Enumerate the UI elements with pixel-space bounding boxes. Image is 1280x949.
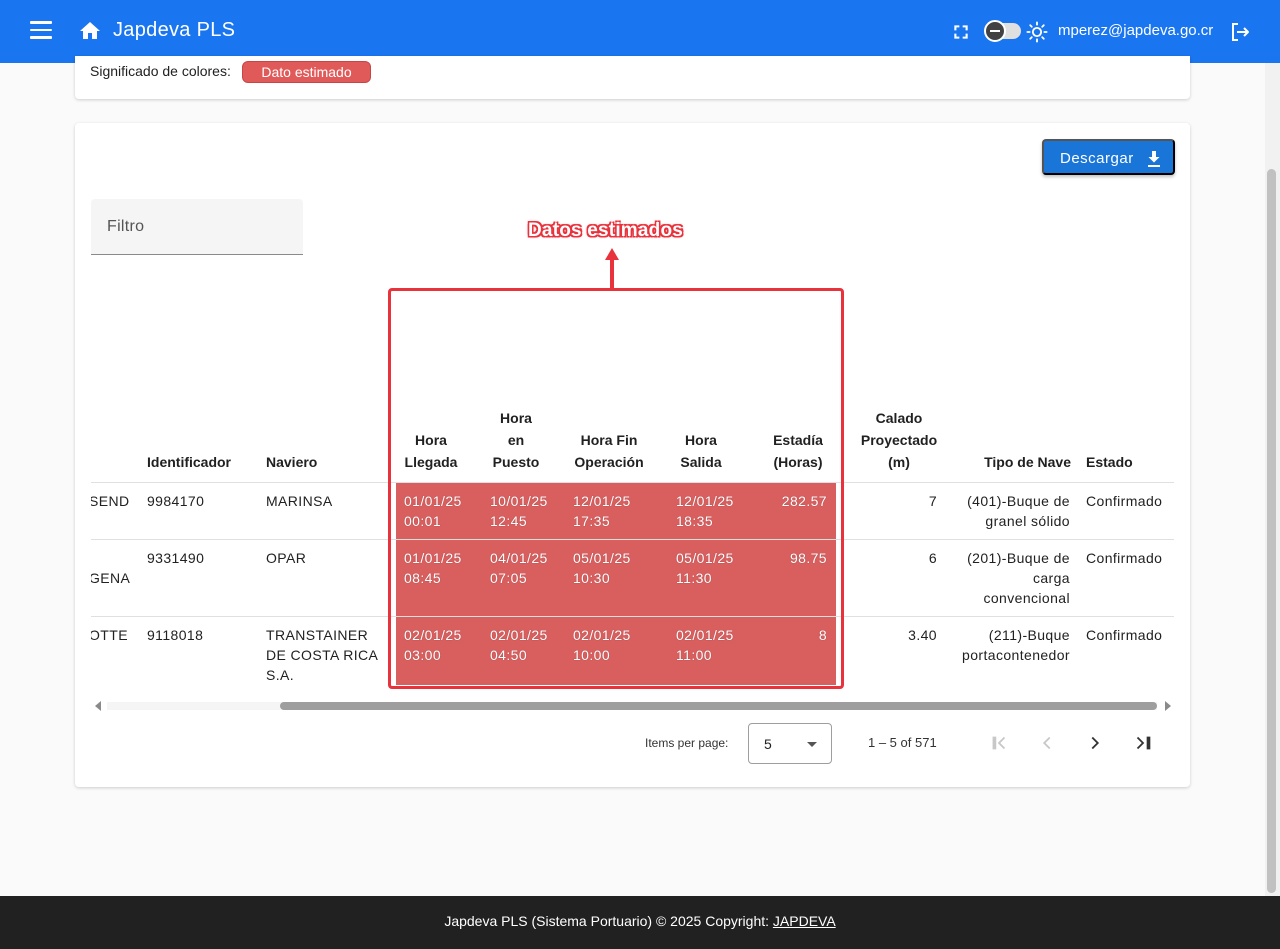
download-button[interactable]: Descargar: [1042, 139, 1175, 175]
previous-page-icon[interactable]: [1036, 732, 1058, 754]
cell-nombre: OTTE: [91, 625, 128, 645]
toggle-knob: [984, 20, 1006, 42]
download-label: Descargar: [1060, 150, 1134, 167]
cell-tipo-nave-line: (211)-Buque: [988, 627, 1070, 643]
estimated-data-annotation: Datos estimados: [528, 220, 684, 241]
cell-nombre-line: [91, 548, 130, 568]
estimated-chip: Dato estimado: [242, 61, 371, 83]
table-horizontal-scrollbar[interactable]: [91, 698, 1174, 712]
cell-estado-line: Confirmado: [1086, 627, 1163, 643]
cell-tipo-nave-line: (401)-Buque de: [967, 493, 1070, 509]
page-size-select[interactable]: 5: [748, 723, 832, 764]
cell-identificador: 9331490: [147, 548, 204, 568]
items-per-page-label: Items per page:: [645, 736, 729, 750]
cell-identificador: 9118018: [147, 625, 203, 645]
footer-link[interactable]: JAPDEVA: [773, 913, 836, 929]
menu-icon[interactable]: [30, 21, 52, 41]
cell-calado-line: 6: [928, 550, 937, 566]
cell-calado: 3.40: [867, 625, 937, 645]
header-tipo-nave[interactable]: Tipo de Nave: [949, 451, 1071, 473]
page-scrollbar[interactable]: [1265, 63, 1280, 896]
theme-toggle[interactable]: [984, 20, 1021, 42]
estimated-data-highlight: [388, 288, 844, 689]
header-tipo-nave-line: Tipo de Nave: [984, 454, 1071, 470]
scroll-left-arrow[interactable]: [95, 701, 101, 711]
header-calado[interactable]: Calado Proyectado (m): [851, 407, 947, 473]
cell-naviero: MARINSA: [266, 491, 333, 511]
header-estado-line: Estado: [1086, 454, 1133, 470]
cell-nombre: GENA: [91, 548, 130, 588]
cell-identificador-line: 9984170: [147, 493, 205, 509]
logout-icon[interactable]: [1228, 20, 1252, 44]
cell-calado-line: 7: [928, 493, 937, 509]
header-identificador[interactable]: Identificador: [147, 451, 257, 473]
cell-identificador-line: 9331490: [147, 550, 205, 566]
cell-nombre-line: GENA: [91, 570, 131, 586]
cell-tipo-nave-line: carga: [1032, 570, 1070, 586]
header-estado[interactable]: Estado: [1086, 451, 1174, 473]
cell-calado: 7: [867, 491, 937, 511]
scroll-thumb[interactable]: [280, 702, 1157, 710]
cell-identificador: 9984170: [147, 491, 204, 511]
sun-icon: [1026, 21, 1048, 43]
header-naviero[interactable]: Naviero: [266, 451, 376, 473]
up-arrow-icon: [605, 248, 619, 290]
footer: Japdeva PLS (Sistema Portuario) © 2025 C…: [0, 896, 1280, 949]
header-calado-line: Calado: [875, 410, 923, 426]
next-page-icon[interactable]: [1084, 732, 1106, 754]
filter-input[interactable]: Filtro: [91, 199, 303, 255]
cell-tipo-nave: (211)-Buque portacontenedor: [939, 625, 1070, 665]
cell-estado: Confirmado: [1086, 491, 1162, 511]
app-title: Japdeva PLS: [113, 19, 236, 41]
cell-naviero-line: DE COSTA RICA: [266, 647, 379, 663]
page-size-value: 5: [764, 736, 772, 752]
cell-tipo-nave: (401)-Buque de granel sólido: [939, 491, 1070, 531]
cell-tipo-nave-line: granel sólido: [985, 513, 1070, 529]
cell-tipo-nave-line: convencional: [983, 590, 1070, 606]
cell-estado: Confirmado: [1086, 548, 1162, 568]
first-page-icon[interactable]: [988, 732, 1010, 754]
page-scrollbar-thumb[interactable]: [1267, 169, 1276, 893]
header-calado-line: (m): [888, 454, 910, 470]
cell-nombre-line: SEND: [91, 493, 130, 509]
header-identificador-line: Identificador: [147, 454, 232, 470]
download-icon: [1148, 151, 1160, 167]
cell-naviero: OPAR: [266, 548, 306, 568]
header-calado-line: Proyectado: [860, 432, 938, 448]
user-email: mperez@japdeva.go.cr: [1058, 22, 1214, 39]
cell-tipo-nave: (201)-Buque de carga convencional: [939, 548, 1070, 608]
scroll-right-arrow[interactable]: [1165, 701, 1171, 711]
cell-calado: 6: [867, 548, 937, 568]
top-toolbar: Japdeva PLS mperez@japdeva.go.cr: [0, 0, 1280, 63]
cell-tipo-nave-line: (201)-Buque de: [967, 550, 1070, 566]
cell-tipo-nave-line: portacontenedor: [962, 647, 1070, 663]
cell-estado: Confirmado: [1086, 625, 1162, 645]
cell-estado-line: Confirmado: [1086, 493, 1163, 509]
cell-calado-line: 3.40: [908, 627, 937, 643]
page-range: 1 – 5 of 571: [868, 735, 937, 750]
cell-naviero-line: S.A.: [266, 667, 295, 683]
cell-estado-line: Confirmado: [1086, 550, 1163, 566]
cell-naviero-line: TRANSTAINER: [266, 627, 369, 643]
last-page-icon[interactable]: [1132, 732, 1154, 754]
cell-naviero-line: MARINSA: [266, 493, 333, 509]
chevron-down-icon: [807, 742, 817, 747]
cell-naviero-line: OPAR: [266, 550, 307, 566]
cell-identificador-line: 9118018: [147, 627, 204, 643]
home-icon[interactable]: [78, 19, 102, 43]
header-naviero-line: Naviero: [266, 454, 318, 470]
fullscreen-icon[interactable]: [951, 22, 971, 42]
legend-label: Significado de colores:: [90, 63, 231, 79]
filter-placeholder: Filtro: [107, 218, 145, 235]
legend-card: Significado de colores: Dato estimado: [75, 56, 1190, 99]
cell-nombre-line: OTTE: [91, 627, 128, 643]
cell-nombre: SEND: [91, 491, 130, 511]
cell-naviero: TRANSTAINER DE COSTA RICA S.A.: [266, 625, 378, 685]
footer-text: Japdeva PLS (Sistema Portuario) © 2025 C…: [444, 913, 773, 929]
